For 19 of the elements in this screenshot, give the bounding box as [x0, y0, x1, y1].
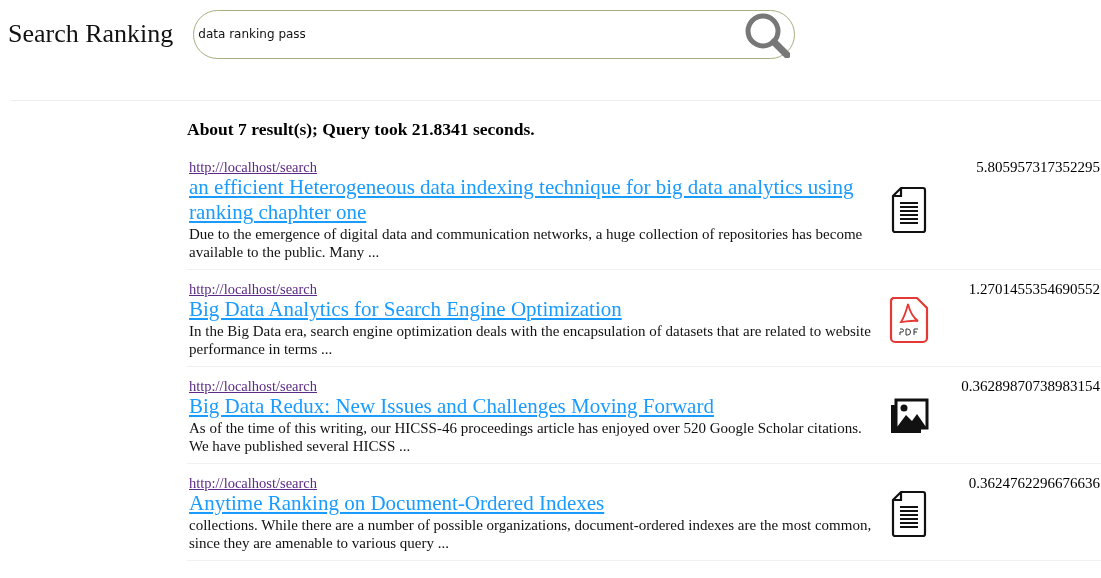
result-url[interactable]: http://localhost/search [189, 378, 318, 394]
document-icon [891, 489, 927, 538]
result-snippet: In the Big Data era, search engine optimization deals with the encapsulation of datasets that are related to website performance in terms ... [189, 322, 872, 358]
search-icon[interactable] [744, 11, 791, 58]
result-url[interactable]: http://localhost/search [189, 159, 318, 175]
relevance-score: 1.2701455354690552 [967, 281, 1101, 299]
result-url[interactable]: http://localhost/search [189, 281, 318, 297]
relevance-score: 5.805957317352295 [975, 159, 1101, 177]
pdf-icon [889, 295, 929, 344]
result-snippet: collections. While there are a number of possible organizations, document-ordered indexes are the most common, since they are amenable to various query ... [189, 516, 873, 552]
relevance-score: 0.36289870738983154 [960, 378, 1101, 396]
result-url[interactable]: http://localhost/search [189, 475, 318, 491]
results-summary: About 7 result(s); Query took 21.8341 seconds. [187, 119, 536, 140]
result-snippet: Due to the emergence of digital data and communication networks, a huge collection of repositories has become available to the public. Many ... [189, 225, 864, 261]
relevance-score: 0.3624762296676636 [967, 475, 1101, 493]
result-snippet: As of the time of this writing, our HICSS-46 proceedings article has enjoyed over 520 Google Scholar citations. We have published several HICSS ... [189, 419, 863, 455]
document-icon [891, 186, 927, 234]
search-field[interactable]: data ranking pass [193, 9, 796, 59]
page-title: Search Ranking [8, 19, 174, 49]
